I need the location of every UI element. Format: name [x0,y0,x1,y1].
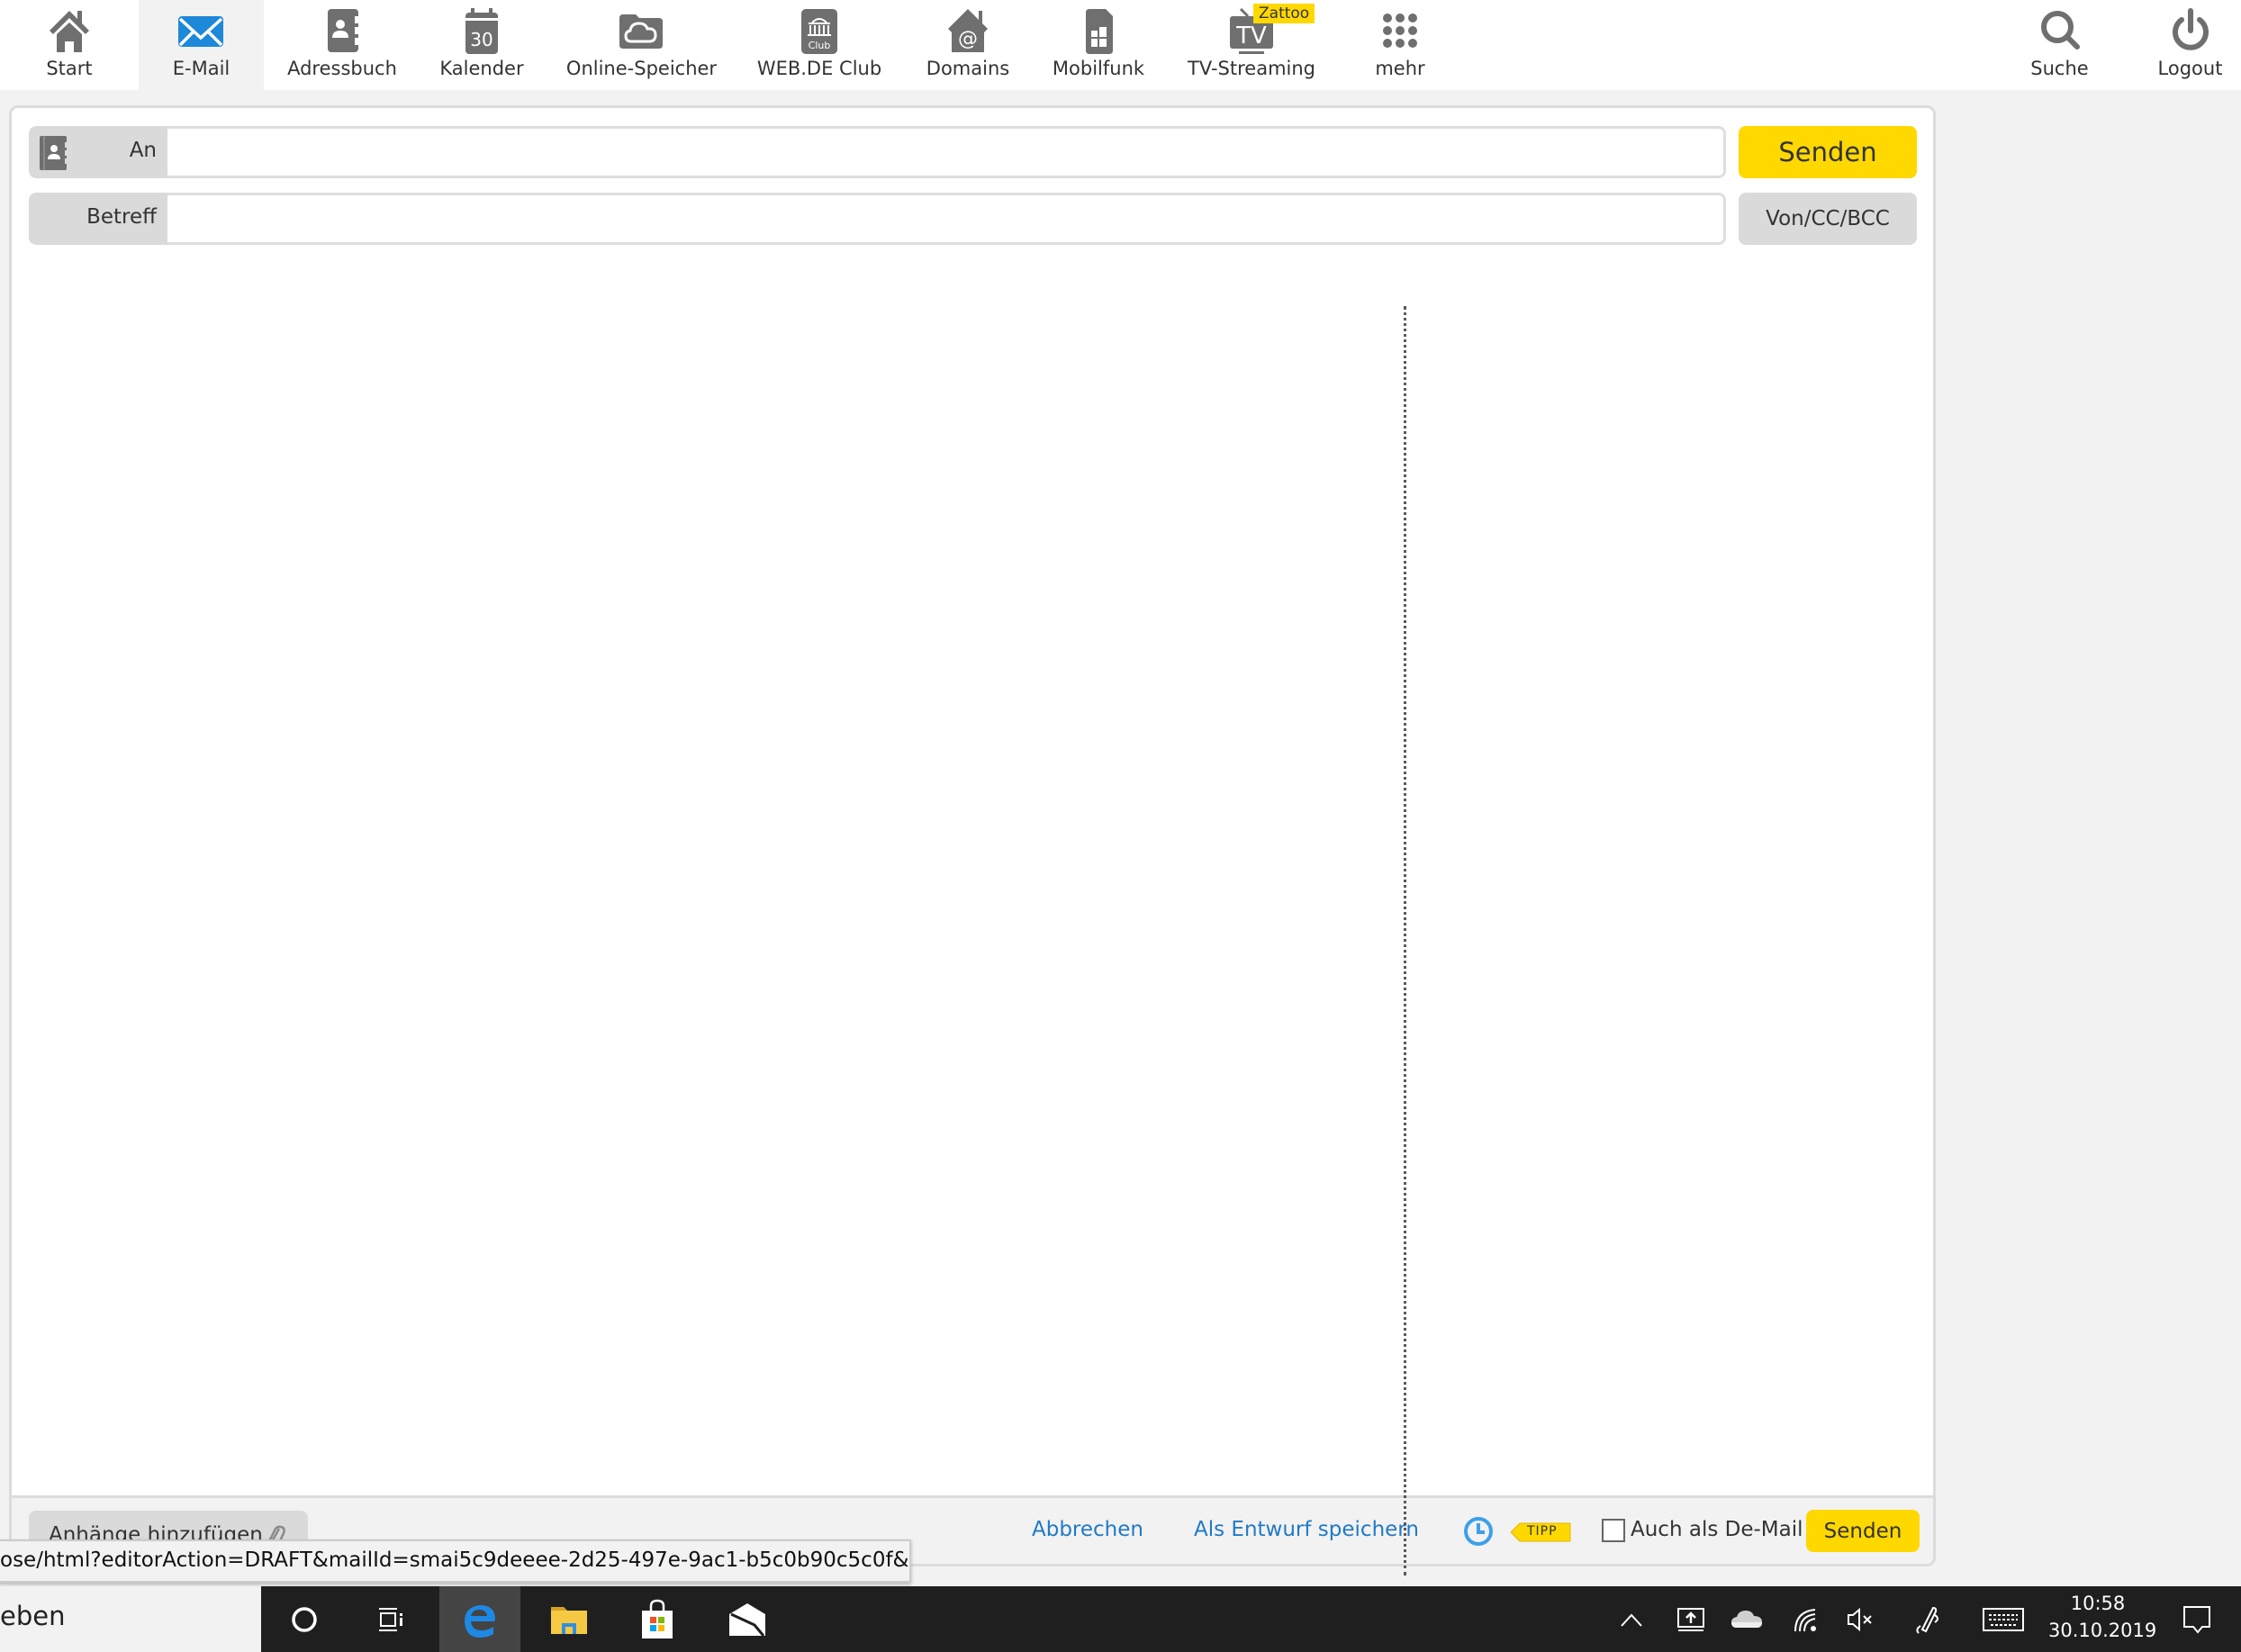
volume-muted-icon [1848,1607,1872,1631]
address-book-icon [328,9,359,52]
nav-item-email[interactable]: E-Mail [139,0,264,90]
nav-item-suche[interactable]: Suche [2008,0,2111,90]
subject-label-box: Betreff [29,193,167,245]
to-field-row: An [29,126,1726,178]
svg-text:30: 30 [470,29,492,50]
nav-label: Domains [926,58,1010,79]
top-navigation: Start E-Mail Adressbuch 30 Kalender Onli… [0,0,2241,90]
onedrive-cloud-icon [1731,1610,1762,1628]
nav-item-kalender[interactable]: 30 Kalender [423,0,540,90]
taskbar-search-box[interactable]: eben [0,1586,261,1652]
zattoo-badge: Zattoo [1253,4,1315,23]
grid-dots-icon [1383,14,1417,48]
envelope-icon [178,16,223,47]
demail-checkbox[interactable] [1602,1519,1625,1542]
taskbar-search-text: eben [0,1601,66,1631]
to-input[interactable] [167,126,1726,178]
microsoft-store-icon [642,1599,673,1638]
message-body-editor[interactable] [12,266,1933,1490]
nav-item-online-speicher[interactable]: Online-Speicher [558,0,725,90]
tip-label: TIPP [1527,1524,1558,1539]
clock-time: 10:58 [2070,1593,2126,1614]
nav-label: Start [46,58,93,79]
nav-label: Adressbuch [287,58,397,79]
windows-taskbar: eben 10:58 30.10.2019 [0,1586,2241,1652]
tray-keyboard-button[interactable] [1963,1586,2044,1652]
taskbar-clock[interactable]: 10:58 30.10.2019 [2048,1590,2157,1644]
subject-label: Betreff [86,205,157,229]
clock-icon[interactable] [1462,1515,1495,1548]
mail-app-button[interactable] [711,1586,783,1652]
wifi-signal-icon [1794,1608,1816,1631]
tip-badge[interactable]: TIPP [1511,1522,1571,1542]
nav-item-start[interactable]: Start [20,0,119,90]
nav-item-logout[interactable]: Logout [2138,0,2241,90]
pen-ink-icon [1916,1606,1938,1634]
task-view-icon [379,1607,402,1631]
tray-pen-button[interactable] [1891,1586,1963,1652]
nav-label: TV-Streaming [1188,58,1315,79]
nav-label: E-Mail [172,58,230,79]
cloud-folder-icon [619,14,663,49]
status-bar-url: ose/html?editorAction=DRAFT&mailId=smai5… [0,1539,911,1583]
demail-label: Auch als De-Mail [1631,1518,1803,1541]
nav-item-mobilfunk[interactable]: Mobilfunk [1044,0,1152,90]
nav-label: Mobilfunk [1052,58,1145,79]
nav-label: Kalender [439,58,524,79]
send-button-bottom[interactable]: Senden [1806,1510,1920,1552]
rendering-artifact-line [1404,306,1406,1575]
edge-browser-icon [465,1604,495,1638]
store-button[interactable] [621,1586,693,1652]
power-icon [2173,8,2209,50]
nav-item-adressbuch[interactable]: Adressbuch [284,0,401,90]
domain-house-icon: @ [948,9,988,52]
to-label-box: An [29,126,167,178]
nav-label: Online-Speicher [565,58,718,79]
mail-app-icon [729,1602,765,1637]
calendar-icon: 30 [465,8,498,54]
svg-text:TV: TV [1235,23,1267,50]
folder-icon [551,1606,587,1634]
club-icon: Club [801,9,837,54]
address-book-icon[interactable] [38,135,70,171]
notification-icon [2183,1605,2210,1634]
home-icon [50,11,89,52]
svg-text:@: @ [958,28,978,50]
action-center-button[interactable] [2161,1586,2233,1652]
nav-label: Logout [2157,58,2223,79]
touch-keyboard-icon [1983,1607,2024,1631]
clock-date: 30.10.2019 [2048,1620,2157,1641]
cortana-button[interactable] [268,1586,340,1652]
nav-label: WEB.DE Club [756,58,882,79]
cancel-link[interactable]: Abbrechen [1032,1518,1143,1541]
tray-volume-button[interactable] [1824,1586,1896,1652]
to-label: An [129,139,157,162]
nav-item-webde-club[interactable]: Club WEB.DE Club [747,0,891,90]
project-display-icon [1677,1607,1704,1631]
svg-text:Club: Club [809,40,831,51]
edge-taskbar-button[interactable] [439,1586,520,1652]
von-cc-bcc-button[interactable]: Von/CC/BCC [1739,193,1917,245]
sim-card-icon [1086,9,1113,54]
nav-label: mehr [1375,58,1425,79]
save-draft-link[interactable]: Als Entwurf speichern [1194,1518,1419,1541]
nav-item-domains[interactable]: @ Domains [909,0,1026,90]
nav-label: Suche [2030,58,2089,79]
task-view-button[interactable] [356,1586,428,1652]
subject-input[interactable] [167,193,1726,245]
search-icon [2041,11,2080,50]
send-button-top[interactable]: Senden [1739,126,1917,178]
chevron-up-icon [1621,1613,1642,1627]
subject-field-row: Betreff [29,193,1726,245]
cortana-circle-icon [292,1606,317,1632]
nav-item-mehr[interactable]: mehr [1351,0,1450,90]
compose-panel: An Senden Betreff Von/CC/BCC Anhänge hin… [9,105,1936,1566]
file-explorer-button[interactable] [533,1586,605,1652]
nav-item-tv-streaming[interactable]: TV Zattoo TV-Streaming [1179,0,1324,90]
